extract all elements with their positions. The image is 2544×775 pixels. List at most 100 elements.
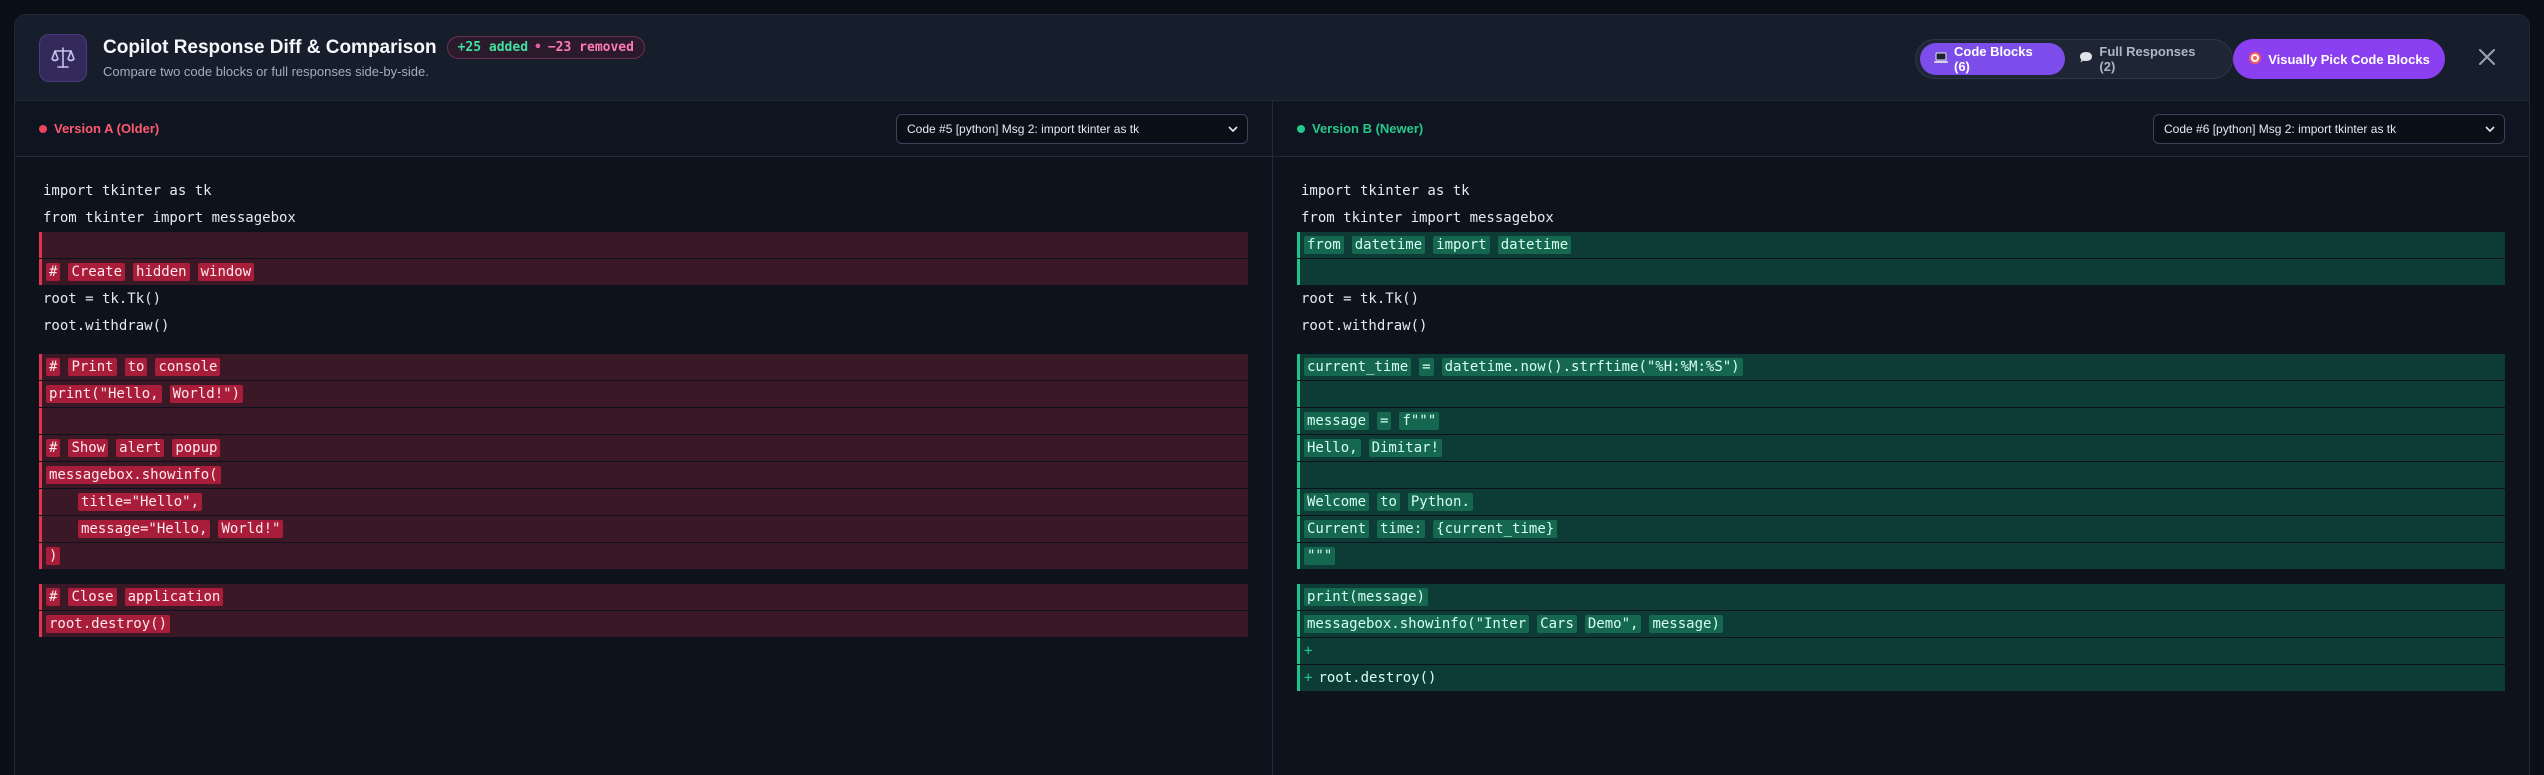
code-line: root = tk.Tk() bbox=[1297, 285, 2505, 312]
page-title: Copilot Response Diff & Comparison bbox=[103, 36, 437, 58]
diff-token: message) bbox=[1649, 615, 1723, 633]
pane-a-header: Version A (Older) Code #5 [python] Msg 2… bbox=[15, 101, 1272, 157]
diff-token: = bbox=[1419, 358, 1434, 376]
diff-token: popup bbox=[172, 439, 221, 457]
diff-token: root.destroy() bbox=[46, 615, 171, 633]
diff-token: application bbox=[124, 588, 224, 606]
code-text: from tkinter import messagebox bbox=[1301, 209, 1554, 226]
diff-token: message="Hello, bbox=[78, 520, 211, 538]
added-line: Welcome to Python. bbox=[1297, 489, 2505, 515]
code-line: import tkinter as tk bbox=[39, 177, 1248, 204]
added-line bbox=[1297, 381, 2505, 407]
target-icon bbox=[2248, 51, 2262, 68]
code-view-b: import tkinter as tk from tkinter import … bbox=[1273, 157, 2529, 691]
diff-token: Show bbox=[68, 439, 109, 457]
removed-line: print("Hello, World!") bbox=[39, 381, 1248, 407]
diff-token: current_time bbox=[1304, 358, 1412, 376]
added-line: + root.destroy() bbox=[1297, 665, 2505, 691]
chevron-down-icon bbox=[1227, 123, 1239, 138]
diff-token: print("Hello, bbox=[46, 385, 162, 403]
added-line bbox=[1297, 259, 2505, 285]
tab-code-blocks-label: Code Blocks (6) bbox=[1954, 44, 2033, 74]
removed-line bbox=[39, 232, 1248, 258]
close-button[interactable] bbox=[2469, 41, 2505, 77]
code-line: import tkinter as tk bbox=[1297, 177, 2505, 204]
diff-token: print(message) bbox=[1304, 588, 1429, 606]
removed-line: messagebox.showinfo( bbox=[39, 462, 1248, 488]
version-b-select[interactable]: Code #6 [python] Msg 2: import tkinter a… bbox=[2153, 114, 2505, 144]
diff-token: hidden bbox=[133, 263, 190, 281]
tab-full-responses[interactable]: Full Responses (2) bbox=[2065, 43, 2228, 75]
page-subtitle: Compare two code blocks or full response… bbox=[103, 64, 429, 79]
pane-version-a: Version A (Older) Code #5 [python] Msg 2… bbox=[15, 101, 1272, 775]
diff-token: window bbox=[197, 263, 255, 281]
diff-token: to bbox=[124, 358, 148, 376]
pane-b-label: Version B (Newer) bbox=[1312, 121, 1424, 136]
diff-token: Welcome bbox=[1304, 493, 1370, 511]
diff-prefix: + bbox=[1304, 670, 1313, 686]
diff-token: = bbox=[1377, 412, 1392, 430]
diff-token: datetime bbox=[1497, 236, 1572, 254]
diff-token: messagebox.showinfo("Inter bbox=[1304, 615, 1530, 633]
diff-token: World!") bbox=[169, 385, 244, 403]
added-line: message = f""" bbox=[1297, 408, 2505, 434]
removed-line: message="Hello, World!" bbox=[39, 516, 1248, 542]
removed-count: −23 removed bbox=[547, 40, 634, 55]
removed-line: title="Hello", bbox=[39, 489, 1248, 515]
removed-line: # Print to console bbox=[39, 354, 1248, 380]
stats-separator: • bbox=[534, 40, 542, 55]
diff-token: # bbox=[46, 588, 61, 606]
added-line: print(message) bbox=[1297, 584, 2505, 610]
diff-token: ) bbox=[46, 547, 61, 565]
code-text: root.withdraw() bbox=[1301, 317, 1428, 334]
diff-stats-badge: +25 added • −23 removed bbox=[446, 36, 645, 59]
modal-header: Copilot Response Diff & Comparison +25 a… bbox=[15, 15, 2529, 101]
visually-pick-button[interactable]: Visually Pick Code Blocks bbox=[2233, 39, 2445, 79]
code-line: root = tk.Tk() bbox=[39, 285, 1248, 312]
diff-token: Cars bbox=[1537, 615, 1577, 633]
laptop-icon bbox=[1934, 52, 1948, 67]
added-line bbox=[1297, 462, 2505, 488]
speech-bubble-icon bbox=[2079, 51, 2093, 67]
code-text: root = tk.Tk() bbox=[43, 290, 162, 307]
diff-token: Current bbox=[1304, 520, 1370, 538]
diff-token: datetime.now().strftime("%H:%M:%S") bbox=[1441, 358, 1743, 376]
diff-token: {current_time} bbox=[1433, 520, 1558, 538]
view-mode-toggle: Code Blocks (6) Full Responses (2) bbox=[1915, 39, 2233, 79]
close-icon bbox=[2477, 47, 2497, 72]
tab-code-blocks[interactable]: Code Blocks (6) bbox=[1920, 43, 2066, 75]
code-text: root = tk.Tk() bbox=[1301, 290, 1420, 307]
diff-modal: Copilot Response Diff & Comparison +25 a… bbox=[14, 14, 2530, 775]
added-count: +25 added bbox=[457, 40, 529, 55]
version-a-select[interactable]: Code #5 [python] Msg 2: import tkinter a… bbox=[896, 114, 1248, 144]
pane-a-label: Version A (Older) bbox=[54, 121, 160, 136]
scale-icon bbox=[39, 33, 87, 82]
diff-token: to bbox=[1377, 493, 1400, 511]
code-text: root.destroy() bbox=[1318, 670, 1437, 686]
diff-token: World!" bbox=[218, 520, 284, 538]
status-dot-red bbox=[39, 124, 47, 133]
diff-prefix: + bbox=[1304, 643, 1313, 659]
diff-token: Close bbox=[68, 588, 117, 606]
diff-token: """ bbox=[1304, 547, 1336, 565]
version-a-selected: Code #5 [python] Msg 2: import tkinter a… bbox=[907, 122, 1140, 136]
diff-token: # bbox=[46, 263, 61, 281]
status-dot-green bbox=[1297, 124, 1305, 133]
diff-token: # bbox=[46, 439, 61, 457]
code-line: from tkinter import messagebox bbox=[39, 204, 1248, 231]
diff-token: messagebox.showinfo( bbox=[46, 466, 221, 484]
diff-token: # bbox=[46, 358, 61, 376]
removed-line: # Close application bbox=[39, 584, 1248, 610]
diff-token: Python. bbox=[1407, 493, 1473, 511]
visually-pick-label: Visually Pick Code Blocks bbox=[2268, 51, 2430, 67]
removed-line: root.destroy() bbox=[39, 611, 1248, 637]
code-line: root.withdraw() bbox=[1297, 312, 2505, 339]
removed-line: ) bbox=[39, 543, 1248, 569]
added-line: Current time: {current_time} bbox=[1297, 516, 2505, 542]
added-line: current_time = datetime.now().strftime("%H… bbox=[1297, 354, 2505, 380]
added-line: Hello, Dimitar! bbox=[1297, 435, 2505, 461]
diff-token: import bbox=[1433, 236, 1490, 254]
removed-line: # Show alert popup bbox=[39, 435, 1248, 461]
